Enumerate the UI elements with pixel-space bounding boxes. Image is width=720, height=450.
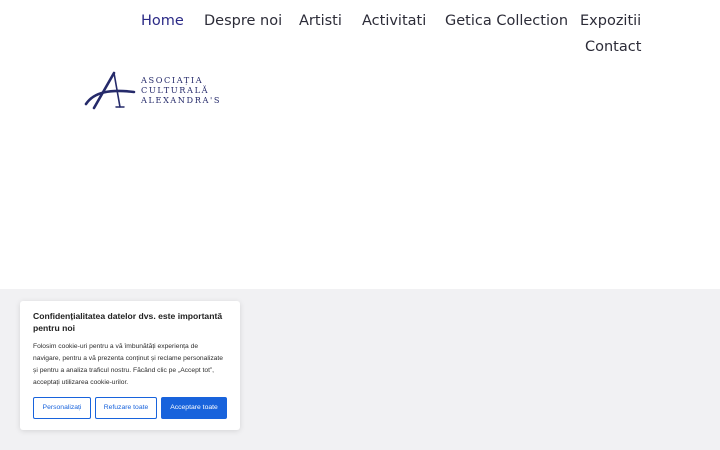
cookie-consent-banner: Confidențialitatea datelor dvs. este imp… <box>20 301 240 430</box>
logo-line-2: CULTURALĂ <box>141 85 210 96</box>
nav-item-home[interactable]: Home <box>141 11 184 31</box>
nav-item-despre-noi[interactable]: Despre noi <box>204 11 282 31</box>
nav-item-expozitii[interactable]: Expozitii <box>580 11 641 31</box>
logo-line-1: ASOCIAȚIA <box>141 75 204 85</box>
nav-item-contact[interactable]: Contact <box>585 37 641 57</box>
main-navigation: Home Despre noi Artisti Activitati Getic… <box>0 0 720 64</box>
logo-line-3: ALEXANDRA'S <box>141 95 222 106</box>
accept-all-cookies-button[interactable]: Acceptare toate <box>161 397 227 419</box>
cookie-banner-title: Confidențialitatea datelor dvs. este imp… <box>33 311 223 333</box>
customize-cookies-button[interactable]: Personalizați <box>33 397 91 419</box>
nav-item-artisti[interactable]: Artisti <box>299 11 342 31</box>
nav-item-activitati[interactable]: Activitati <box>362 11 426 31</box>
logo-wordmark: ASOCIAȚIA CULTURALĂ ALEXANDRA'S <box>141 75 221 106</box>
logo-a-monogram-icon <box>84 71 136 110</box>
cookie-banner-description: Folosim cookie-uri pentru a vă îmbunătăț… <box>33 343 223 386</box>
reject-all-cookies-button[interactable]: Refuzare toate <box>95 397 157 419</box>
nav-item-getica-collection[interactable]: Getica Collection <box>445 11 568 31</box>
cookie-banner-actions: Personalizați Refuzare toate Acceptare t… <box>33 397 227 419</box>
site-logo[interactable]: ASOCIAȚIA CULTURALĂ ALEXANDRA'S <box>84 70 224 110</box>
